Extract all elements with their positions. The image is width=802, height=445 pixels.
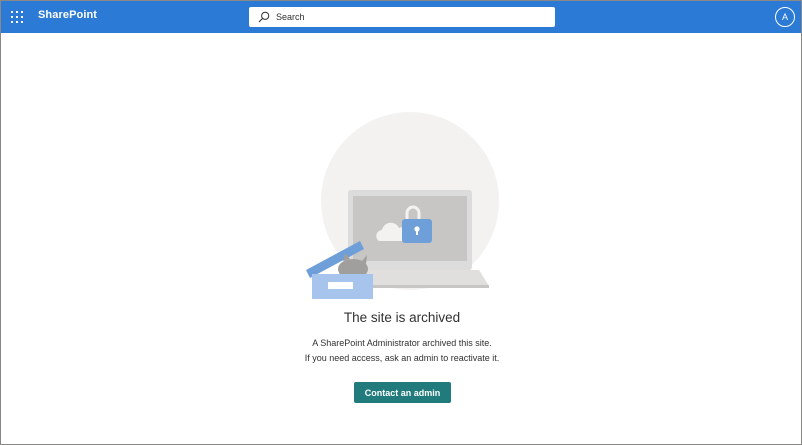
page-frame: SharePoint A The site is archive	[0, 0, 802, 445]
description-line-2: If you need access, ask an admin to reac…	[304, 353, 500, 363]
contact-admin-button[interactable]: Contact an admin	[354, 382, 451, 403]
archived-site-illustration	[306, 112, 499, 299]
app-launcher-icon[interactable]	[5, 5, 29, 29]
search-input[interactable]	[276, 9, 546, 25]
account-avatar[interactable]: A	[775, 7, 795, 27]
app-name-link[interactable]: SharePoint	[38, 9, 97, 21]
search-box[interactable]	[249, 7, 555, 27]
description-line-1: A SharePoint Administrator archived this…	[312, 338, 492, 348]
suite-header: SharePoint A	[1, 1, 801, 33]
page-title: The site is archived	[343, 310, 461, 325]
search-icon	[258, 11, 270, 23]
